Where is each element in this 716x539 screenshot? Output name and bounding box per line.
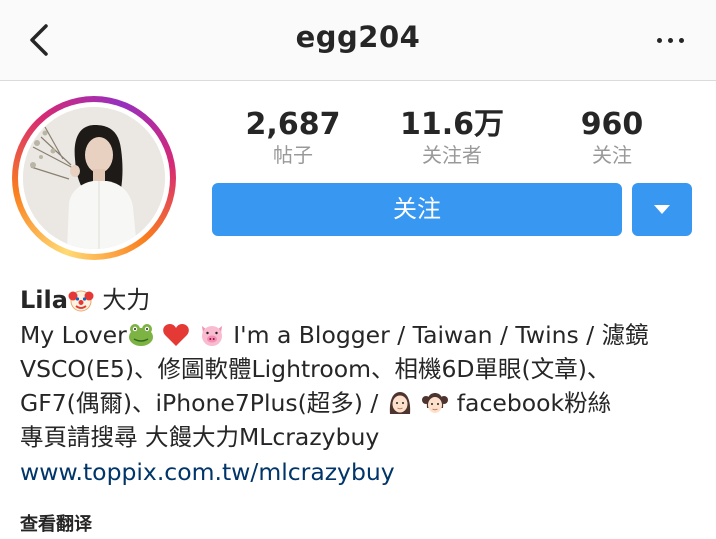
display-name-suffix: 大力 [102,286,151,314]
bio-line: GF7(偶爾)、iPhone7Plus(超多) / facebook粉絲 [20,386,710,420]
more-dot [668,38,673,43]
avatar-frame [18,102,170,254]
avatar [23,107,165,249]
display-name-text: Lila [20,286,68,314]
stat-following-label: 关注 [592,143,632,167]
more-options-button[interactable] [654,26,688,54]
suggested-accounts-dropdown-button[interactable] [632,183,692,236]
bio-line: My Lover I'm a Blogger / Taiwan / Twins … [20,318,710,352]
see-translation-button[interactable]: 查看翻译 [20,510,92,536]
avatar-photo [23,107,165,249]
profile-website-link[interactable]: www.toppix.com.tw/mlcrazybuy [20,458,395,486]
stat-posts-label: 帖子 [273,143,313,167]
clown-emoji-icon [68,287,94,319]
stat-followers-label: 关注者 [422,143,482,167]
stat-posts[interactable]: 2,687 帖子 [218,108,368,168]
stat-followers-count: 11.6万 [399,107,505,142]
more-horizontal-icon [657,38,662,43]
stat-following-count: 960 [580,107,644,142]
bio-text: GF7(偶爾)、iPhone7Plus(超多) / [20,389,386,417]
caret-down-icon [654,205,670,214]
bio-line: 專頁請搜尋 大饅大力MLcrazybuy [20,423,380,451]
bio-text: facebook粉絲 [449,389,612,417]
bio-line: VSCO(E5)、修圖軟體Lightroom、相機6D單眼(文章)、 [20,355,611,383]
follow-button[interactable]: 关注 [212,183,622,236]
girl-emoji-icon [421,390,449,425]
top-navigation-bar: egg204 [0,0,716,81]
stat-following[interactable]: 960 关注 [537,108,687,168]
more-dot [679,38,684,43]
stat-followers[interactable]: 11.6万 关注者 [377,108,527,168]
avatar-story-ring[interactable] [12,96,176,260]
profile-bio: My Lover I'm a Blogger / Taiwan / Twins … [20,318,710,454]
profile-display-name: Lila 大力 [20,280,150,319]
woman-emoji-icon [386,390,414,425]
bio-text: I'm a Blogger / Taiwan / Twins / 濾鏡 [225,321,649,349]
bio-text: My Lover [20,321,127,349]
stat-posts-count: 2,687 [245,107,341,142]
profile-username-title: egg204 [295,20,421,54]
